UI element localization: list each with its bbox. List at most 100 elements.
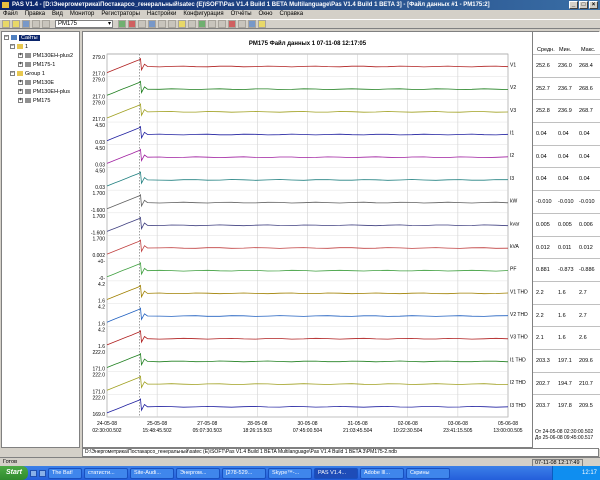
stats-panel: Средн. Мин. Макс. 252.6 236.0 268.4 252.7 23… xyxy=(532,32,600,449)
x-tick-time: 15:48:45.502 xyxy=(143,428,172,434)
cursor-icon[interactable] xyxy=(178,20,186,28)
minimize-button[interactable]: _ xyxy=(569,1,578,9)
print-icon[interactable] xyxy=(32,20,40,28)
tree-item[interactable]: + PM130E xyxy=(18,79,54,87)
report-icon[interactable] xyxy=(248,20,256,28)
stats-min: 0.04 xyxy=(558,153,569,160)
stats-max: 0.006 xyxy=(579,221,593,228)
stats-row: 203.7 197.8 209.5 xyxy=(533,394,600,417)
chart-icon[interactable] xyxy=(148,20,156,28)
stats-max: 210.7 xyxy=(579,380,593,387)
tree-item[interactable]: + PM175-1 xyxy=(18,61,55,69)
stats-row: -0.010 -0.010 -0.010 xyxy=(533,190,600,213)
taskbar-item[interactable]: статисти... xyxy=(84,467,128,479)
status-text: Готов xyxy=(3,459,17,465)
menu-config[interactable]: Конфигурация xyxy=(183,10,223,19)
stats-avg: 0.04 xyxy=(536,176,547,183)
stats-max: 0.04 xyxy=(579,176,590,183)
save-icon[interactable] xyxy=(22,20,30,28)
stats-min: 1.6 xyxy=(558,312,566,319)
taskbar-item[interactable]: Skype™-... xyxy=(268,467,312,479)
stats-header-max: Макс. xyxy=(581,47,596,53)
stats-max: -0.010 xyxy=(579,199,595,206)
menu-bar: Файл Правка Вид Монитор Регистраторы Нас… xyxy=(0,10,600,19)
options-icon[interactable] xyxy=(208,20,216,28)
stats-row: 0.04 0.04 0.04 xyxy=(533,122,600,145)
taskbar-item[interactable]: Adobe Ill... xyxy=(360,467,404,479)
series-label: V3 THD xyxy=(510,335,528,341)
series-label: I2 THD xyxy=(510,380,526,386)
taskbar-item[interactable]: The Bat! xyxy=(48,467,82,479)
stats-avg: 2.1 xyxy=(536,335,544,342)
menu-settings[interactable]: Настройки xyxy=(147,10,176,19)
menu-help[interactable]: Справка xyxy=(280,10,304,19)
toolbar: PM175 xyxy=(0,19,600,29)
start-button[interactable]: Start xyxy=(0,466,28,480)
menu-reports[interactable]: Отчёты xyxy=(231,10,252,19)
menu-view[interactable]: Вид xyxy=(52,10,63,19)
new-icon[interactable] xyxy=(2,20,10,28)
stop-icon[interactable] xyxy=(128,20,136,28)
stats-avg: 2.2 xyxy=(536,312,544,319)
stats-min: 236.0 xyxy=(558,63,572,69)
close-button[interactable]: × xyxy=(589,1,598,9)
menu-file[interactable]: Файл xyxy=(3,10,18,19)
tree-item[interactable]: + PM175 xyxy=(18,97,50,105)
tree-group-1[interactable]: −1 xyxy=(10,43,28,51)
help-icon[interactable] xyxy=(258,20,266,28)
y-max-label: 222.0 xyxy=(92,395,105,401)
site-icon xyxy=(11,35,17,41)
stats-min: 0.04 xyxy=(558,131,569,138)
taskbar-item[interactable]: Скрины xyxy=(406,467,450,479)
zoom-in-icon[interactable] xyxy=(158,20,166,28)
filter-icon[interactable] xyxy=(218,20,226,28)
stats-avg: -0.010 xyxy=(536,199,552,206)
chart-title: PM175 Файл данных 1 07-11-08 12:17:05 xyxy=(249,40,367,47)
table-icon[interactable] xyxy=(138,20,146,28)
chart-window: PM175 Файл данных 1 07-11-08 12:17:05 24-… xyxy=(82,31,600,449)
stats-to: До 25-06-08 09:45:00.517 xyxy=(535,435,594,441)
stats-min: 1.6 xyxy=(558,335,566,342)
stats-range: От 24-05-08 02:30:00.502 До 25-06-08 09:… xyxy=(535,429,593,441)
tree-item[interactable]: + PM130EH-plus2 xyxy=(18,52,73,60)
x-tick-time: 10:22:30.504 xyxy=(393,428,422,434)
menu-monitor[interactable]: Монитор xyxy=(70,10,94,19)
tree-item[interactable]: + PM130EH-plus xyxy=(18,88,70,96)
stats-avg: 0.881 xyxy=(536,267,550,274)
preview-icon[interactable] xyxy=(42,20,50,28)
device-select[interactable]: PM175 xyxy=(55,20,113,28)
series-label: kVA xyxy=(510,244,519,250)
taskbar-item[interactable]: PAS V1.4... xyxy=(314,467,358,479)
alarm-icon[interactable] xyxy=(228,20,236,28)
open-icon[interactable] xyxy=(12,20,20,28)
series-label: I1 xyxy=(510,131,514,137)
trend-chart[interactable]: PM175 Файл данных 1 07-11-08 12:17:05 24-… xyxy=(83,32,532,449)
connect-icon[interactable] xyxy=(118,20,126,28)
tree-root[interactable]: − Сайты xyxy=(4,34,40,42)
tree-group-2[interactable]: − Group 1 xyxy=(10,70,45,78)
stats-min: 194.7 xyxy=(558,380,572,387)
x-tick-time: 05:07:30.503 xyxy=(193,428,222,434)
folder-icon xyxy=(17,71,23,77)
menu-window[interactable]: Окно xyxy=(259,10,273,19)
taskbar-item[interactable]: Site-Audi... xyxy=(130,467,174,479)
taskbar-item[interactable]: Энергом... xyxy=(176,467,220,479)
grid-icon[interactable] xyxy=(188,20,196,28)
menu-edit[interactable]: Правка xyxy=(25,10,45,19)
desktop-icon[interactable] xyxy=(30,469,37,477)
y-max-label: 279.0 xyxy=(92,78,105,84)
stats-max: 268.4 xyxy=(579,63,593,69)
menu-loggers[interactable]: Регистраторы xyxy=(101,10,140,19)
meter-icon xyxy=(25,98,31,104)
x-tick-date: 02-06-08 xyxy=(398,421,418,427)
meter-icon xyxy=(25,62,31,68)
maximize-button[interactable]: □ xyxy=(579,1,588,9)
taskbar-item[interactable]: [278-529... xyxy=(222,467,266,479)
x-tick-time: 21:03:45.504 xyxy=(343,428,372,434)
x-tick-time: 02:30:00.502 xyxy=(92,428,121,434)
zoom-out-icon[interactable] xyxy=(168,20,176,28)
browser-icon[interactable] xyxy=(39,469,46,477)
export-icon[interactable] xyxy=(198,20,206,28)
stats-row: 0.881 -0.873 -0.886 xyxy=(533,258,600,281)
calendar-icon[interactable] xyxy=(238,20,246,28)
